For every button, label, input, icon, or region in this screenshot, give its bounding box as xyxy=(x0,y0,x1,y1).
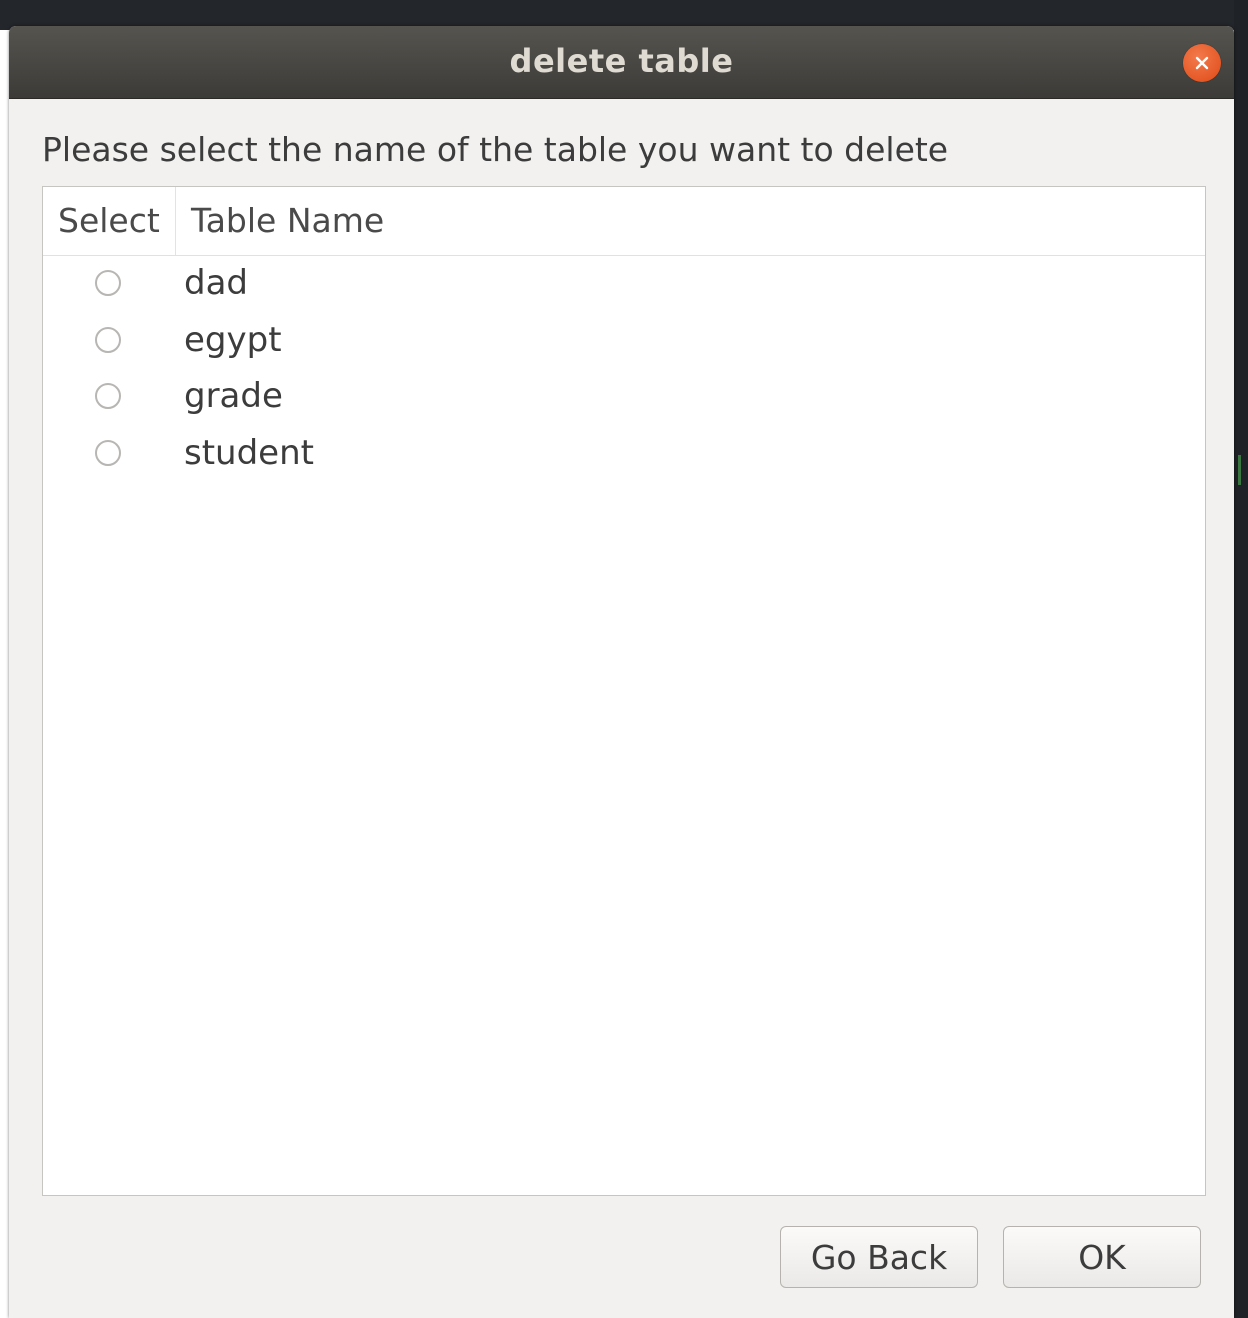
table-row[interactable]: dad xyxy=(43,257,1205,314)
delete-table-dialog: delete table Please select the name of t… xyxy=(9,26,1234,1318)
row-radio-button[interactable] xyxy=(95,270,121,296)
column-header-table-name[interactable]: Table Name xyxy=(191,201,384,240)
table-name-label: grade xyxy=(184,376,283,416)
table-row[interactable]: grade xyxy=(43,370,1205,427)
row-radio-button[interactable] xyxy=(95,439,121,466)
row-radio-button[interactable] xyxy=(95,326,121,353)
table-row[interactable]: egypt xyxy=(43,314,1205,371)
close-icon xyxy=(1195,56,1209,70)
table-list: Select Table Name dad egypt grade studen… xyxy=(42,186,1206,1196)
instruction-label: Please select the name of the table you … xyxy=(42,130,949,169)
go-back-button[interactable]: Go Back xyxy=(780,1226,978,1288)
table-name-label: student xyxy=(184,432,314,473)
row-radio-button[interactable] xyxy=(95,383,121,409)
table-name-label: dad xyxy=(184,263,248,303)
table-row[interactable]: student xyxy=(43,427,1205,484)
title-bar[interactable]: delete table xyxy=(9,26,1234,99)
background-text-fragment xyxy=(1238,455,1241,485)
column-header-select[interactable]: Select xyxy=(58,201,160,240)
column-separator xyxy=(175,187,176,255)
ok-button[interactable]: OK xyxy=(1003,1226,1201,1288)
background-window-edge-right xyxy=(1234,0,1248,1318)
close-button[interactable] xyxy=(1183,44,1221,82)
window-title: delete table xyxy=(509,42,734,80)
table-rows: dad egypt grade student xyxy=(43,257,1205,483)
table-name-label: egypt xyxy=(184,319,282,360)
list-header: Select Table Name xyxy=(43,187,1205,256)
